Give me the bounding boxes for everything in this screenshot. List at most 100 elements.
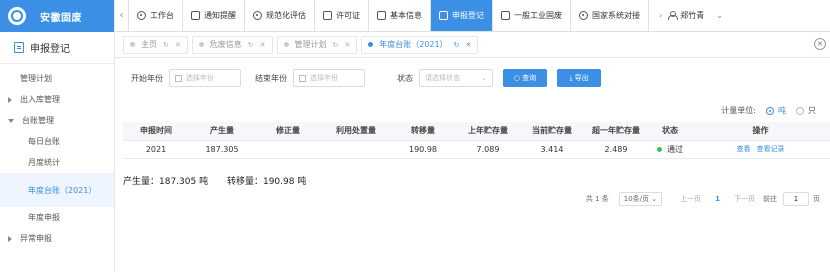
column-header: 申报时间	[123, 122, 189, 141]
cell-transferred: 190.98	[391, 140, 455, 159]
calendar-icon	[299, 74, 306, 82]
export-button[interactable]: ⤓ 导出	[557, 69, 601, 87]
end-year-input[interactable]: 选择年份	[293, 69, 365, 87]
summary-transferred: 转移量：190.98 吨	[226, 177, 307, 187]
status-select[interactable]: 请选择状态 ⌄	[419, 69, 493, 87]
user-menu[interactable]: › 郑竹青 ⌄	[649, 0, 733, 31]
column-header: 操作	[691, 122, 830, 141]
refresh-icon[interactable]: ↻	[248, 41, 254, 49]
dot-icon	[283, 42, 289, 47]
sidebar-item-label: 每日台账	[28, 137, 60, 146]
close-icon[interactable]: ✕	[260, 41, 266, 49]
sidebar: 安徽固废 申报登记 管理计划 出入库管理 台账管理 每日台账 月度统计 年度台账…	[0, 0, 115, 272]
column-header: 修正量	[255, 122, 321, 141]
unit-radio-ton[interactable]	[766, 106, 774, 115]
brand: 安徽固废	[0, 0, 114, 32]
status-dot-icon	[657, 146, 662, 152]
status-badge: 通过	[667, 144, 683, 154]
tab-management-plan[interactable]: 管理计划 ↻ ✕	[276, 35, 358, 54]
start-year-label: 开始年份	[131, 73, 163, 83]
dot-icon	[198, 42, 204, 47]
sidebar-item-label: 年度台账（2021）	[28, 185, 97, 195]
close-icon[interactable]: ✕	[344, 41, 350, 49]
top-nav: ‹ 工作台 通知提醒 规范化评估 许可证 基本信息 申报登记 一般工业固废 国家…	[115, 0, 830, 32]
nav-label: 通知提醒	[204, 11, 236, 20]
pagination: 共 1 条 10条/页 ⌄ 上一页 1 下一页 前往 1 页	[586, 192, 820, 206]
sidebar-item-label: 异常申报	[20, 234, 52, 243]
page-size-select[interactable]: 10条/页 ⌄	[618, 192, 663, 206]
column-header: 状态	[649, 122, 691, 141]
nav-basic-info[interactable]: 基本信息	[369, 0, 431, 31]
tab-label: 危废信息	[209, 40, 242, 49]
ledger-table: 申报时间 产生量 修正量 利用处置量 转移量 上年贮存量 当前贮存量 超一年贮存…	[123, 122, 830, 159]
sidebar-item-ledger[interactable]: 台账管理	[0, 110, 114, 131]
export-button-label: 导出	[574, 74, 589, 82]
nav-label: 申报登记	[452, 11, 484, 20]
nav-workbench[interactable]: 工作台	[129, 0, 183, 31]
main-content: 开始年份 选择年份 结束年份 选择年份 状态 请选择状态 ⌄ ○ 查询 ⤓ 导出 …	[115, 58, 830, 272]
next-page-button[interactable]: 下一页	[734, 194, 755, 204]
summary-produced: 产生量：187.305 吨	[123, 177, 209, 187]
cell-over-year: 2.489	[583, 140, 649, 159]
target-icon	[579, 11, 588, 20]
sidebar-item-exception[interactable]: 异常申报	[0, 228, 114, 249]
sidebar-item-label: 出入库管理	[20, 95, 60, 104]
sidebar-item-inout[interactable]: 出入库管理	[0, 89, 114, 110]
nav-label: 基本信息	[390, 11, 422, 20]
end-year-label: 结束年份	[255, 73, 287, 83]
refresh-icon[interactable]: ↻	[333, 41, 339, 49]
start-year-input[interactable]: 选择年份	[169, 69, 241, 87]
column-header: 利用处置量	[321, 122, 391, 141]
sidebar-item-annual-report[interactable]: 年度申报	[0, 207, 114, 228]
cell-year: 2021	[123, 140, 189, 159]
target-icon	[253, 11, 262, 20]
filter-bar: 开始年份 选择年份 结束年份 选择年份 状态 请选择状态 ⌄ ○ 查询 ⤓ 导出	[131, 68, 601, 88]
document-icon	[439, 11, 448, 20]
tab-hazardous-info[interactable]: 危废信息 ↻ ✕	[191, 35, 273, 54]
nav-notice[interactable]: 通知提醒	[183, 0, 245, 31]
tab-annual-ledger[interactable]: 年度台账（2021） ↻ ✕	[361, 35, 479, 54]
sidebar-item-daily-ledger[interactable]: 每日台账	[0, 131, 114, 152]
tab-home[interactable]: 主页 ↻ ✕	[123, 35, 188, 54]
close-icon[interactable]: ✕	[175, 41, 181, 49]
goto-page-input[interactable]: 1	[783, 192, 809, 206]
query-button[interactable]: ○ 查询	[503, 69, 547, 87]
nav-general-waste[interactable]: 一般工业固废	[493, 0, 571, 31]
sidebar-item-label: 月度统计	[28, 158, 60, 167]
cell-corrected	[255, 140, 321, 159]
nav-evaluation[interactable]: 规范化评估	[245, 0, 315, 31]
sidebar-item-monthly-stats[interactable]: 月度统计	[0, 152, 114, 173]
current-page[interactable]: 1	[715, 195, 720, 203]
sidebar-title: 申报登记	[0, 32, 114, 64]
close-icon[interactable]: ✕	[465, 41, 471, 49]
refresh-icon[interactable]: ↻	[163, 41, 169, 49]
chevron-left-icon[interactable]: ‹	[115, 0, 129, 31]
summary: 产生量：187.305 吨 转移量：190.98 吨	[123, 174, 322, 187]
refresh-icon[interactable]: ↻	[454, 41, 460, 49]
brand-name: 安徽固废	[40, 12, 82, 24]
user-name: 郑竹青	[680, 11, 705, 20]
cell-disposed	[321, 140, 391, 159]
sidebar-item-management-plan[interactable]: 管理计划	[0, 68, 114, 89]
nav-declaration[interactable]: 申报登记	[431, 0, 493, 31]
document-icon	[14, 42, 24, 53]
nav-national-system[interactable]: 国家系统对接	[571, 0, 649, 31]
speaker-icon	[191, 11, 200, 20]
query-button-label: 查询	[522, 74, 537, 82]
view-link[interactable]: 查看	[737, 145, 751, 153]
unit-selector: 计量单位: 吨 只	[721, 105, 816, 116]
column-header: 产生量	[189, 122, 255, 141]
chevron-down-icon[interactable]: ⌄	[716, 11, 723, 20]
close-all-icon[interactable]: ✕	[814, 38, 826, 50]
unit-radio-piece[interactable]	[796, 106, 804, 115]
sidebar-item-annual-ledger[interactable]: 年度台账（2021）	[0, 173, 114, 207]
nav-label: 工作台	[150, 11, 174, 20]
nav-license[interactable]: 许可证	[315, 0, 369, 31]
status-placeholder: 请选择状态	[425, 74, 460, 82]
edit-icon	[377, 11, 386, 20]
chevron-right-icon[interactable]: ›	[659, 11, 662, 20]
column-header: 超一年贮存量	[583, 122, 649, 141]
view-records-link[interactable]: 查看记录	[757, 145, 785, 153]
prev-page-button[interactable]: 上一页	[680, 194, 701, 204]
grid-icon	[501, 11, 510, 20]
